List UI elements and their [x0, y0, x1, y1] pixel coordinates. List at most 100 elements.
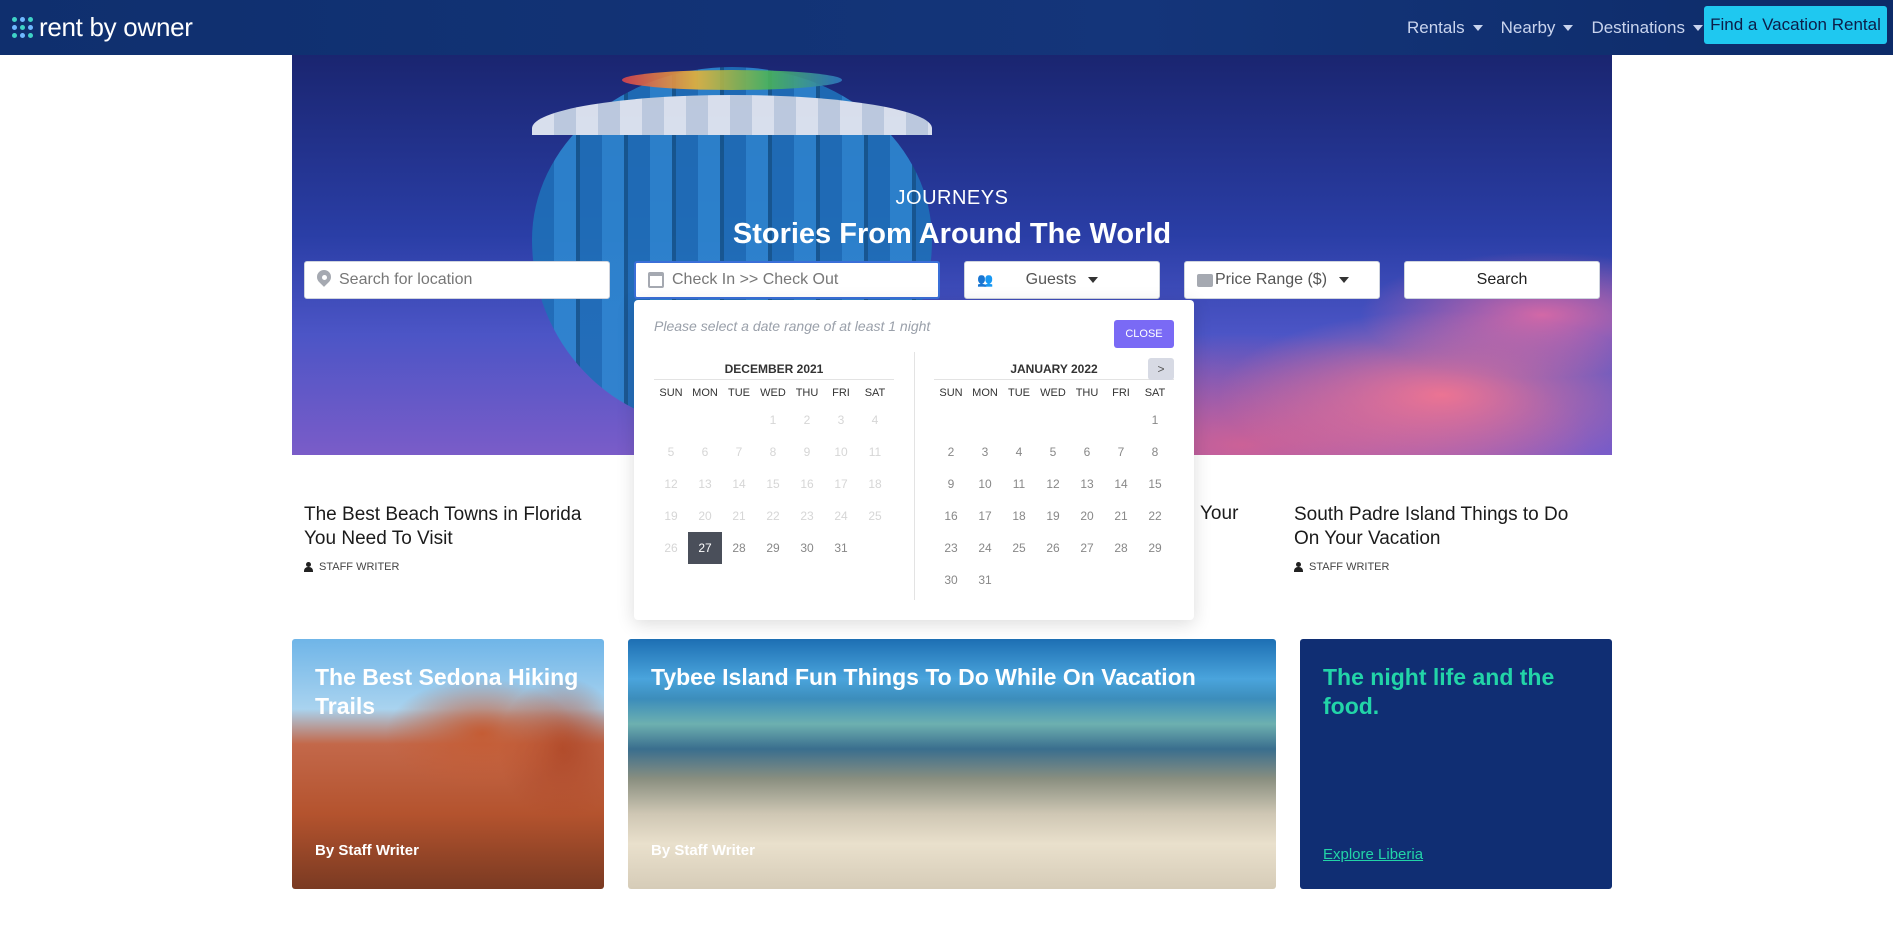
card-tybee-island[interactable]: Tybee Island Fun Things To Do While On V… [628, 639, 1276, 889]
calendar-day[interactable]: 28 [722, 532, 756, 564]
calendar-day: 23 [800, 509, 814, 523]
article-title[interactable]: The Best Beach Towns in Florida You Need… [304, 503, 604, 551]
calendar-day[interactable]: 8 [1138, 436, 1172, 468]
calendar-day: 17 [834, 477, 848, 491]
calendar-day[interactable]: 14 [1104, 468, 1138, 500]
close-button[interactable]: CLOSE [1114, 320, 1174, 348]
calendar-day[interactable]: 29 [1138, 532, 1172, 564]
find-vacation-rental-button[interactable]: Find a Vacation Rental [1704, 6, 1887, 44]
calendar-day[interactable]: 11 [1002, 468, 1036, 500]
price-range-label: Price Range ($) [1214, 271, 1328, 288]
weekday-label: SAT [864, 387, 886, 399]
card-sedona-hiking[interactable]: The Best Sedona Hiking Trails By Staff W… [292, 639, 604, 889]
calendar-day[interactable]: 10 [968, 468, 1002, 500]
weekday-label: TUE [1008, 387, 1030, 399]
author-name: STAFF WRITER [1309, 561, 1390, 573]
calendar-day[interactable]: 24 [968, 532, 1002, 564]
card-title: Tybee Island Fun Things To Do While On V… [651, 664, 1196, 690]
calendar-day[interactable]: 7 [1104, 436, 1138, 468]
calendar-day: 10 [834, 445, 848, 459]
calendar-day: 13 [698, 477, 712, 491]
date-picker-hint: Please select a date range of at least 1… [654, 318, 931, 334]
caret-down-icon [1563, 24, 1574, 31]
calendar-day[interactable]: 30 [934, 564, 968, 596]
calendar-day[interactable]: 15 [1138, 468, 1172, 500]
weekday-label: THU [1075, 387, 1099, 399]
calendar-day[interactable]: 18 [1002, 500, 1036, 532]
calendar-blank [688, 404, 722, 436]
guests-dropdown[interactable]: 👥 Guests [964, 261, 1160, 299]
calendar-day: 5 [667, 445, 675, 459]
explore-liberia-link[interactable]: Explore Liberia [1323, 846, 1423, 863]
guests-label: Guests [1025, 271, 1077, 288]
article-beach-towns[interactable]: The Best Beach Towns in Florida You Need… [304, 503, 604, 573]
calendar-day[interactable]: 28 [1104, 532, 1138, 564]
search-button[interactable]: Search [1404, 261, 1600, 299]
calendar-day[interactable]: 30 [790, 532, 824, 564]
calendar-day[interactable]: 21 [1104, 500, 1138, 532]
brand-logo[interactable]: rent by owner [12, 12, 193, 43]
card-title: The Best Sedona Hiking Trails [315, 664, 579, 719]
date-range-input[interactable] [672, 271, 912, 289]
calendar-day[interactable]: 3 [968, 436, 1002, 468]
calendar-month-december: DECEMBER 2021 SUN MON TUE WED THU FRI SAT 1 2 3 4 5… [654, 358, 894, 564]
month-title: JANUARY 2022 [934, 358, 1174, 380]
calendar-day[interactable]: 19 [1036, 500, 1070, 532]
caret-down-icon [1088, 277, 1099, 283]
nav-rentals-label: Rentals [1406, 17, 1465, 37]
nav-nearby-dropdown[interactable]: Nearby [1501, 18, 1574, 38]
card-byline: By Staff Writer [315, 842, 419, 859]
calendar-day: 2 [803, 413, 811, 427]
calendar-day[interactable]: 29 [756, 532, 790, 564]
price-range-dropdown[interactable]: Price Range ($) [1184, 261, 1380, 299]
nav-destinations-label: Destinations [1591, 17, 1685, 37]
article-title-partial[interactable]: Your [1200, 503, 1238, 525]
calendar-day[interactable]: 31 [968, 564, 1002, 596]
calendar-day[interactable]: 1 [1138, 404, 1172, 436]
next-month-button[interactable]: > [1148, 358, 1174, 380]
calendar-day[interactable]: 2 [934, 436, 968, 468]
article-south-padre[interactable]: South Padre Island Things to Do On Your … [1294, 503, 1594, 573]
calendar-day: 14 [732, 477, 746, 491]
calendar-day[interactable]: 22 [1138, 500, 1172, 532]
article-author: STAFF WRITER [304, 561, 604, 573]
weekday-label: MON [692, 387, 718, 399]
hero-title: Stories From Around The World [732, 218, 1172, 250]
calendar-day[interactable]: 31 [824, 532, 858, 564]
calendar-day: 19 [664, 509, 678, 523]
date-range-field[interactable] [634, 261, 940, 299]
calendar-day: 24 [834, 509, 848, 523]
calendar-day[interactable]: 26 [1036, 532, 1070, 564]
calendar-day[interactable]: 13 [1070, 468, 1104, 500]
nav-destinations-dropdown[interactable]: Destinations [1591, 18, 1703, 38]
weekday-label: FRI [1112, 387, 1130, 399]
article-title[interactable]: South Padre Island Things to Do On Your … [1294, 503, 1594, 551]
nav-rentals-dropdown[interactable]: Rentals [1407, 18, 1483, 38]
brand-name: rent by owner [39, 12, 193, 42]
calendar-day[interactable]: 17 [968, 500, 1002, 532]
calendar-day[interactable]: 23 [934, 532, 968, 564]
top-navbar: rent by owner Rentals Nearby Destination… [0, 0, 1893, 55]
calendar-day[interactable]: 4 [1002, 436, 1036, 468]
calendar-day[interactable]: 6 [1070, 436, 1104, 468]
map-pin-icon [317, 270, 331, 290]
calendar-day[interactable]: 12 [1036, 468, 1070, 500]
location-search-input[interactable] [339, 271, 579, 289]
calendar-blank [968, 404, 1002, 436]
caret-down-icon [1339, 277, 1350, 283]
author-name: STAFF WRITER [319, 561, 400, 573]
location-search-field[interactable] [304, 261, 610, 299]
calendar-day[interactable]: 20 [1070, 500, 1104, 532]
calendar-blank [1104, 404, 1138, 436]
calendar-day: 9 [803, 445, 811, 459]
calendar-day[interactable]: 9 [934, 468, 968, 500]
caret-down-icon [1472, 24, 1483, 31]
calendar-day[interactable]: 27 [1070, 532, 1104, 564]
caret-down-icon [1693, 24, 1703, 31]
date-picker-popup: Please select a date range of at least 1… [634, 300, 1194, 620]
calendar-day: 16 [800, 477, 814, 491]
calendar-day[interactable]: 5 [1036, 436, 1070, 468]
calendar-day[interactable]: 27 [688, 532, 722, 564]
calendar-day[interactable]: 25 [1002, 532, 1036, 564]
calendar-day[interactable]: 16 [934, 500, 968, 532]
